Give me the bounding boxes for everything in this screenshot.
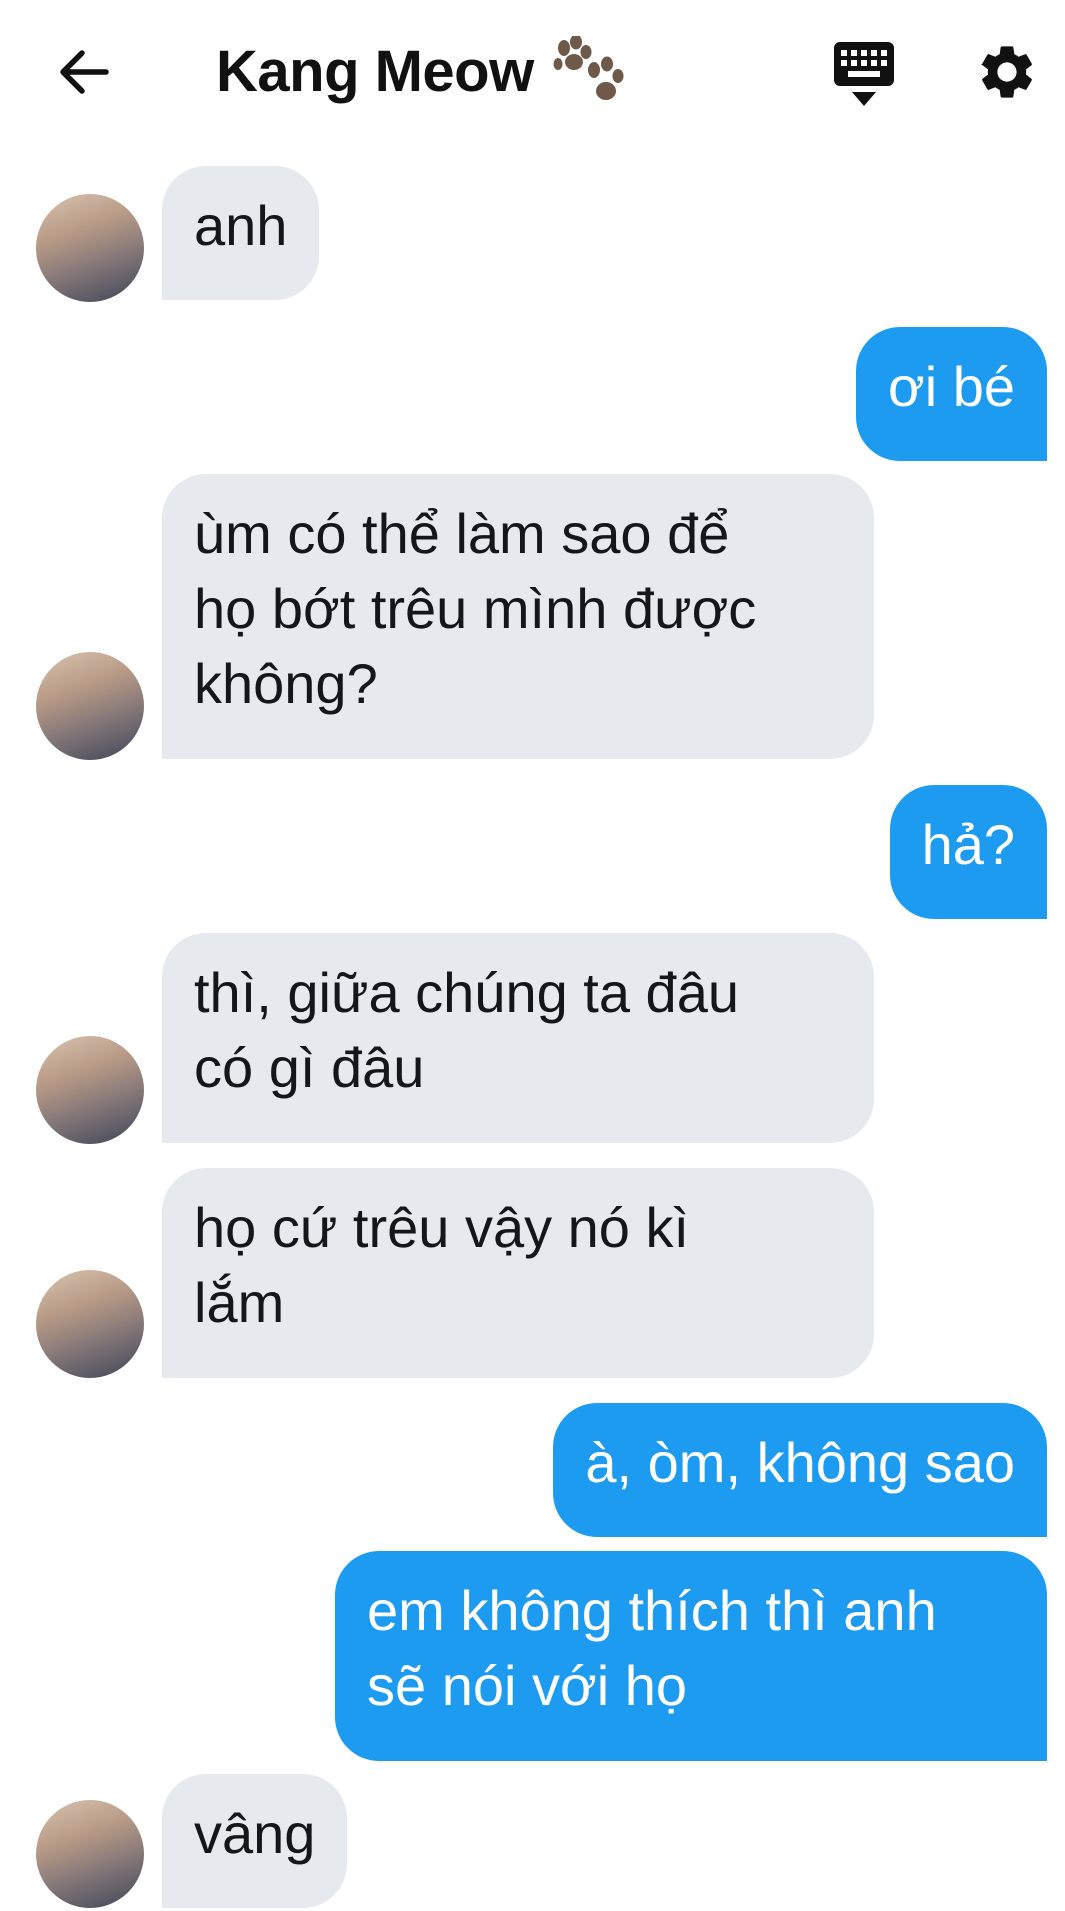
back-arrow-icon	[60, 50, 109, 94]
chat-header: Kang Meow	[0, 0, 1065, 150]
message-bubble-incoming: ùm có thể làm sao để họ bớt trêu mình đư…	[162, 474, 874, 759]
back-button[interactable]	[52, 40, 116, 104]
settings-button[interactable]	[975, 40, 1039, 104]
message-bubble-incoming: vâng	[162, 1774, 348, 1908]
message-bubble-incoming: thì, giữa chúng ta đâu có gì đâu	[162, 933, 874, 1143]
keyboard-button[interactable]	[834, 42, 894, 108]
message-bubble-outgoing: em không thích thì anh sẽ nói với họ	[335, 1551, 1047, 1761]
avatar[interactable]	[36, 1270, 144, 1378]
avatar[interactable]	[36, 652, 144, 760]
message-bubble-outgoing: à, òm, không sao	[553, 1403, 1047, 1537]
message-bubble-outgoing: hả?	[889, 785, 1047, 919]
avatar[interactable]	[36, 194, 144, 302]
chat-title: Kang Meow	[216, 39, 534, 104]
paw-icon	[552, 34, 630, 110]
avatar[interactable]	[36, 1800, 144, 1908]
message-bubble-outgoing: ơi bé	[855, 327, 1047, 461]
message-bubble-incoming: anh	[162, 166, 320, 300]
avatar[interactable]	[36, 1036, 144, 1144]
message-bubble-incoming: họ cứ trêu vậy nó kì lắm	[162, 1168, 874, 1378]
gear-icon	[981, 46, 1032, 98]
keyboard-icon	[834, 42, 894, 106]
